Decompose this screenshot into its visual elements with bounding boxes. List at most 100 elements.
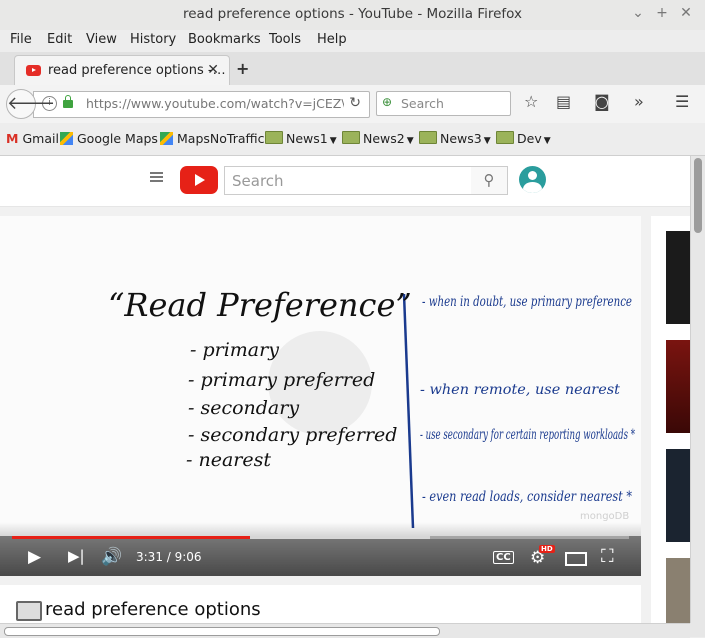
maps-icon <box>160 132 173 145</box>
minimize-icon[interactable]: ⌄ <box>630 5 646 21</box>
bookmarks-toolbar: M Gmail Google Maps MapsNoTraffic News1 ▼ … <box>0 123 705 156</box>
reader-view-icon[interactable]: ▤ <box>556 92 571 111</box>
bookmark-label: Google Maps <box>77 131 158 146</box>
menu-bar: File Edit View History Bookmarks Tools H… <box>0 30 705 52</box>
horizontal-scrollbar[interactable] <box>0 623 690 638</box>
related-videos-sidebar <box>651 216 690 623</box>
wb-note: - use secondary for certain reporting wo… <box>420 427 635 443</box>
back-arrow-icon: 🡐 <box>7 93 56 114</box>
overflow-chevron-icon[interactable]: » <box>634 92 644 111</box>
bookmark-folder-news2[interactable]: News2 ▼ <box>342 131 414 146</box>
page-content: Search ⚲ “Read Preference” - primary - p… <box>0 156 690 623</box>
menu-help[interactable]: Help <box>317 32 347 47</box>
url-text[interactable]: https://www.youtube.com/watch?v=jCEZ\ <box>86 96 344 111</box>
related-video-thumbnail[interactable] <box>666 340 690 433</box>
folder-icon <box>265 131 283 144</box>
window-titlebar: read preference options - YouTube - Mozi… <box>0 0 705 31</box>
wb-item: - nearest <box>186 449 271 471</box>
wb-note: - when remote, use nearest <box>420 382 620 398</box>
bookmark-label: MapsNoTraffic <box>177 131 265 146</box>
bookmark-label: News3 <box>440 131 482 146</box>
scroll-thumb[interactable] <box>4 627 440 636</box>
menu-edit[interactable]: Edit <box>47 32 72 47</box>
bookmark-google-maps[interactable]: Google Maps <box>60 131 158 146</box>
reload-icon[interactable]: ↻ <box>349 95 361 111</box>
guide-menu-icon[interactable] <box>150 172 163 174</box>
bookmark-folder-dev[interactable]: Dev ▼ <box>496 131 551 146</box>
next-icon[interactable]: ▶| <box>68 547 85 565</box>
played-bar <box>12 536 251 539</box>
tab-active[interactable]: read preference options -… ✕ <box>14 55 230 86</box>
menu-tools[interactable]: Tools <box>269 32 301 47</box>
wb-note: - even read loads, consider nearest * <box>422 489 632 505</box>
folder-icon <box>496 131 514 144</box>
video-player[interactable]: “Read Preference” - primary - primary pr… <box>0 216 641 576</box>
bookmark-star-icon[interactable]: ☆ <box>524 92 538 111</box>
chevron-down-icon: ▼ <box>543 136 551 146</box>
window-title: read preference options - YouTube - Mozi… <box>182 6 523 22</box>
lock-icon[interactable] <box>63 95 73 108</box>
back-button[interactable]: 🡐 <box>6 89 55 119</box>
hamburger-menu-icon[interactable]: ☰ <box>675 92 689 111</box>
video-title: read preference options <box>45 599 261 620</box>
bookmark-label: Dev <box>517 131 542 146</box>
close-icon[interactable]: ✕ <box>678 5 694 21</box>
bookmark-maps-no-traffic[interactable]: MapsNoTraffic <box>160 131 264 146</box>
video-type-icon <box>16 601 42 621</box>
menu-file[interactable]: File <box>10 32 32 47</box>
gmail-icon: M <box>6 131 19 146</box>
youtube-header: Search ⚲ <box>0 156 690 207</box>
wb-item: - primary <box>190 339 279 361</box>
fullscreen-icon[interactable]: ⛶ <box>601 546 614 567</box>
tab-strip: read preference options -… ✕ + <box>0 52 705 86</box>
wb-heading: “Read Preference” <box>108 286 412 324</box>
url-bar[interactable]: i https://www.youtube.com/watch?v=jCEZ\ … <box>33 91 370 118</box>
menu-bookmarks[interactable]: Bookmarks <box>188 32 261 47</box>
video-title-card: read preference options <box>0 585 641 623</box>
theater-mode-icon[interactable] <box>565 552 587 566</box>
maps-icon <box>60 132 73 145</box>
scrollbar-corner <box>690 623 705 637</box>
folder-icon <box>419 131 437 144</box>
scroll-thumb[interactable] <box>694 158 702 233</box>
youtube-search-placeholder: Search <box>232 172 284 190</box>
search-engine-icon[interactable]: ⊕ <box>382 95 392 109</box>
mongodb-watermark: mongoDB <box>580 511 629 522</box>
bookmark-folder-news3[interactable]: News3 ▼ <box>419 131 491 146</box>
play-icon[interactable]: ▶ <box>28 547 41 567</box>
bookmark-label: News2 <box>363 131 405 146</box>
chevron-down-icon: ▼ <box>329 136 337 146</box>
browser-search-input[interactable]: ⊕ Search <box>376 91 511 116</box>
youtube-search-input[interactable]: Search <box>224 166 472 195</box>
video-progress-bar[interactable] <box>12 536 629 539</box>
related-video-thumbnail[interactable] <box>666 558 690 623</box>
youtube-favicon-icon <box>26 65 41 76</box>
youtube-search-button[interactable]: ⚲ <box>471 166 508 195</box>
wb-item: - secondary preferred <box>188 424 397 446</box>
search-icon: ⚲ <box>483 171 495 189</box>
navigation-toolbar: i https://www.youtube.com/watch?v=jCEZ\ … <box>0 85 705 124</box>
avatar[interactable] <box>519 166 546 193</box>
bookmark-label: News1 <box>286 131 328 146</box>
folder-icon <box>342 131 360 144</box>
related-video-thumbnail[interactable] <box>666 449 690 542</box>
youtube-logo[interactable] <box>180 166 218 194</box>
new-tab-icon[interactable]: + <box>236 59 249 78</box>
bookmark-gmail[interactable]: M Gmail <box>6 131 59 146</box>
related-video-thumbnail[interactable] <box>666 231 690 324</box>
menu-history[interactable]: History <box>130 32 176 47</box>
tab-title: read preference options -… <box>48 63 226 78</box>
menu-view[interactable]: View <box>86 32 117 47</box>
chevron-down-icon: ▼ <box>406 136 414 146</box>
vertical-scrollbar[interactable] <box>690 156 705 623</box>
pocket-icon[interactable]: ◙ <box>594 92 610 111</box>
hd-badge: HD <box>539 545 555 553</box>
wb-item: - secondary <box>188 397 299 419</box>
volume-icon[interactable]: 🔊 <box>101 547 122 567</box>
time-display: 3:31 / 9:06 <box>136 550 202 564</box>
maximize-icon[interactable]: + <box>654 5 670 21</box>
bookmark-folder-news1[interactable]: News1 ▼ <box>265 131 337 146</box>
divider-line <box>402 293 415 529</box>
captions-icon[interactable]: CC <box>493 551 514 564</box>
tab-close-icon[interactable]: ✕ <box>207 62 219 78</box>
